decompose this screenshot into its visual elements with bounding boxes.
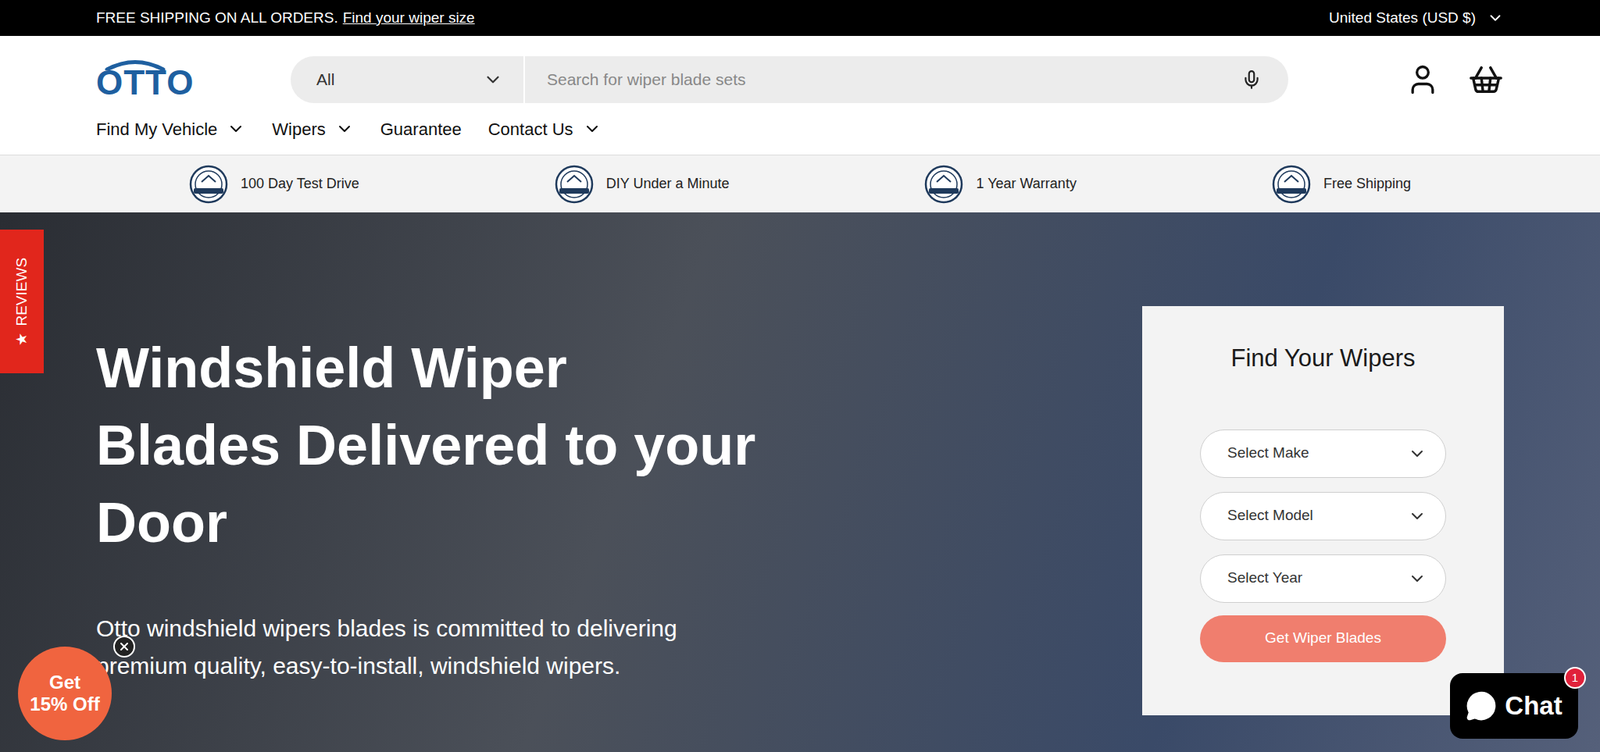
hero-text: Windshield WiperBlades Delivered to your…: [96, 306, 756, 686]
wiper-finder-card: Find Your WipersSelect MakeSelect ModelS…: [1142, 306, 1504, 716]
promo-badge[interactable]: Get15% Off: [17, 646, 112, 741]
main-nav: Find My Vehicle Wipers Guarantee Contact Us: [0, 103, 1600, 156]
chat-bubble-icon: [1465, 690, 1497, 722]
announcement: FREE SHIPPING ON ALL ORDERS.Find your wi…: [96, 7, 475, 30]
feature-item: Free Shipping: [1271, 164, 1411, 204]
logo[interactable]: OTTO: [96, 59, 291, 100]
feature-item: 100 Day Test Drive: [189, 164, 360, 204]
chevron-down-icon: [1407, 569, 1427, 589]
finder-select[interactable]: Select Model: [1200, 492, 1447, 541]
microphone-icon[interactable]: [1241, 69, 1262, 90]
chevron-down-icon: [482, 69, 504, 90]
close-icon: [117, 640, 131, 654]
nav-item[interactable]: Wipers: [271, 116, 354, 143]
reviews-tab[interactable]: ★REVIEWS: [0, 229, 44, 374]
feature-item: 1 Year Warranty: [924, 164, 1076, 204]
feature-badge-icon: [924, 164, 964, 204]
star-icon: ★: [10, 332, 34, 346]
nav-item[interactable]: Guarantee: [380, 116, 462, 143]
chevron-down-icon: [582, 119, 602, 139]
chevron-down-icon: [335, 119, 354, 139]
promo-close-button[interactable]: [113, 635, 136, 658]
feature-badge-icon: [189, 164, 229, 204]
feature-item: DIY Under a Minute: [554, 164, 730, 204]
region-selector[interactable]: United States (USD $): [1328, 7, 1504, 30]
finder-selects: Select Make Select Model Select Year: [1200, 429, 1447, 604]
chevron-down-icon: [1407, 444, 1427, 464]
hero-title: Windshield WiperBlades Delivered to your…: [96, 329, 756, 562]
page: FREE SHIPPING ON ALL ORDERS.Find your wi…: [0, 0, 1600, 752]
finder-title: Find Your Wipers: [1200, 340, 1447, 378]
wiper-size-link[interactable]: Find your wiper size: [342, 7, 475, 30]
chat-button[interactable]: Chat1: [1450, 673, 1579, 740]
category-select[interactable]: All: [290, 56, 525, 104]
get-wiper-blades-button[interactable]: Get Wiper Blades: [1200, 615, 1447, 663]
chat-badge: 1: [1564, 667, 1586, 690]
account-icon[interactable]: [1405, 62, 1440, 97]
chevron-down-icon: [226, 119, 246, 139]
nav-item[interactable]: Contact Us: [488, 116, 602, 143]
feature-badge-icon: [1271, 164, 1311, 204]
chevron-down-icon: [1407, 507, 1427, 526]
header: OTTOAll: [0, 35, 1600, 104]
feature-badge-icon: [554, 164, 594, 204]
features-strip: 100 Day Test Drive DIY Under a Minute 1 Ye…: [0, 155, 1600, 213]
announcement-bar: FREE SHIPPING ON ALL ORDERS.Find your wi…: [0, 0, 1600, 36]
search-input[interactable]: [525, 67, 1242, 93]
announcement-text: FREE SHIPPING ON ALL ORDERS.: [96, 7, 339, 30]
hero-subtitle: Otto windshield wipers blades is committ…: [96, 610, 756, 686]
nav-item[interactable]: Find My Vehicle: [96, 116, 246, 143]
finder-select[interactable]: Select Make: [1200, 429, 1447, 479]
basket-icon[interactable]: [1467, 61, 1504, 98]
hero: Windshield WiperBlades Delivered to your…: [0, 212, 1600, 752]
header-icons: [1405, 61, 1504, 98]
chevron-down-icon: [1486, 9, 1504, 27]
search-bar: All: [290, 56, 1289, 104]
finder-select[interactable]: Select Year: [1200, 554, 1447, 604]
